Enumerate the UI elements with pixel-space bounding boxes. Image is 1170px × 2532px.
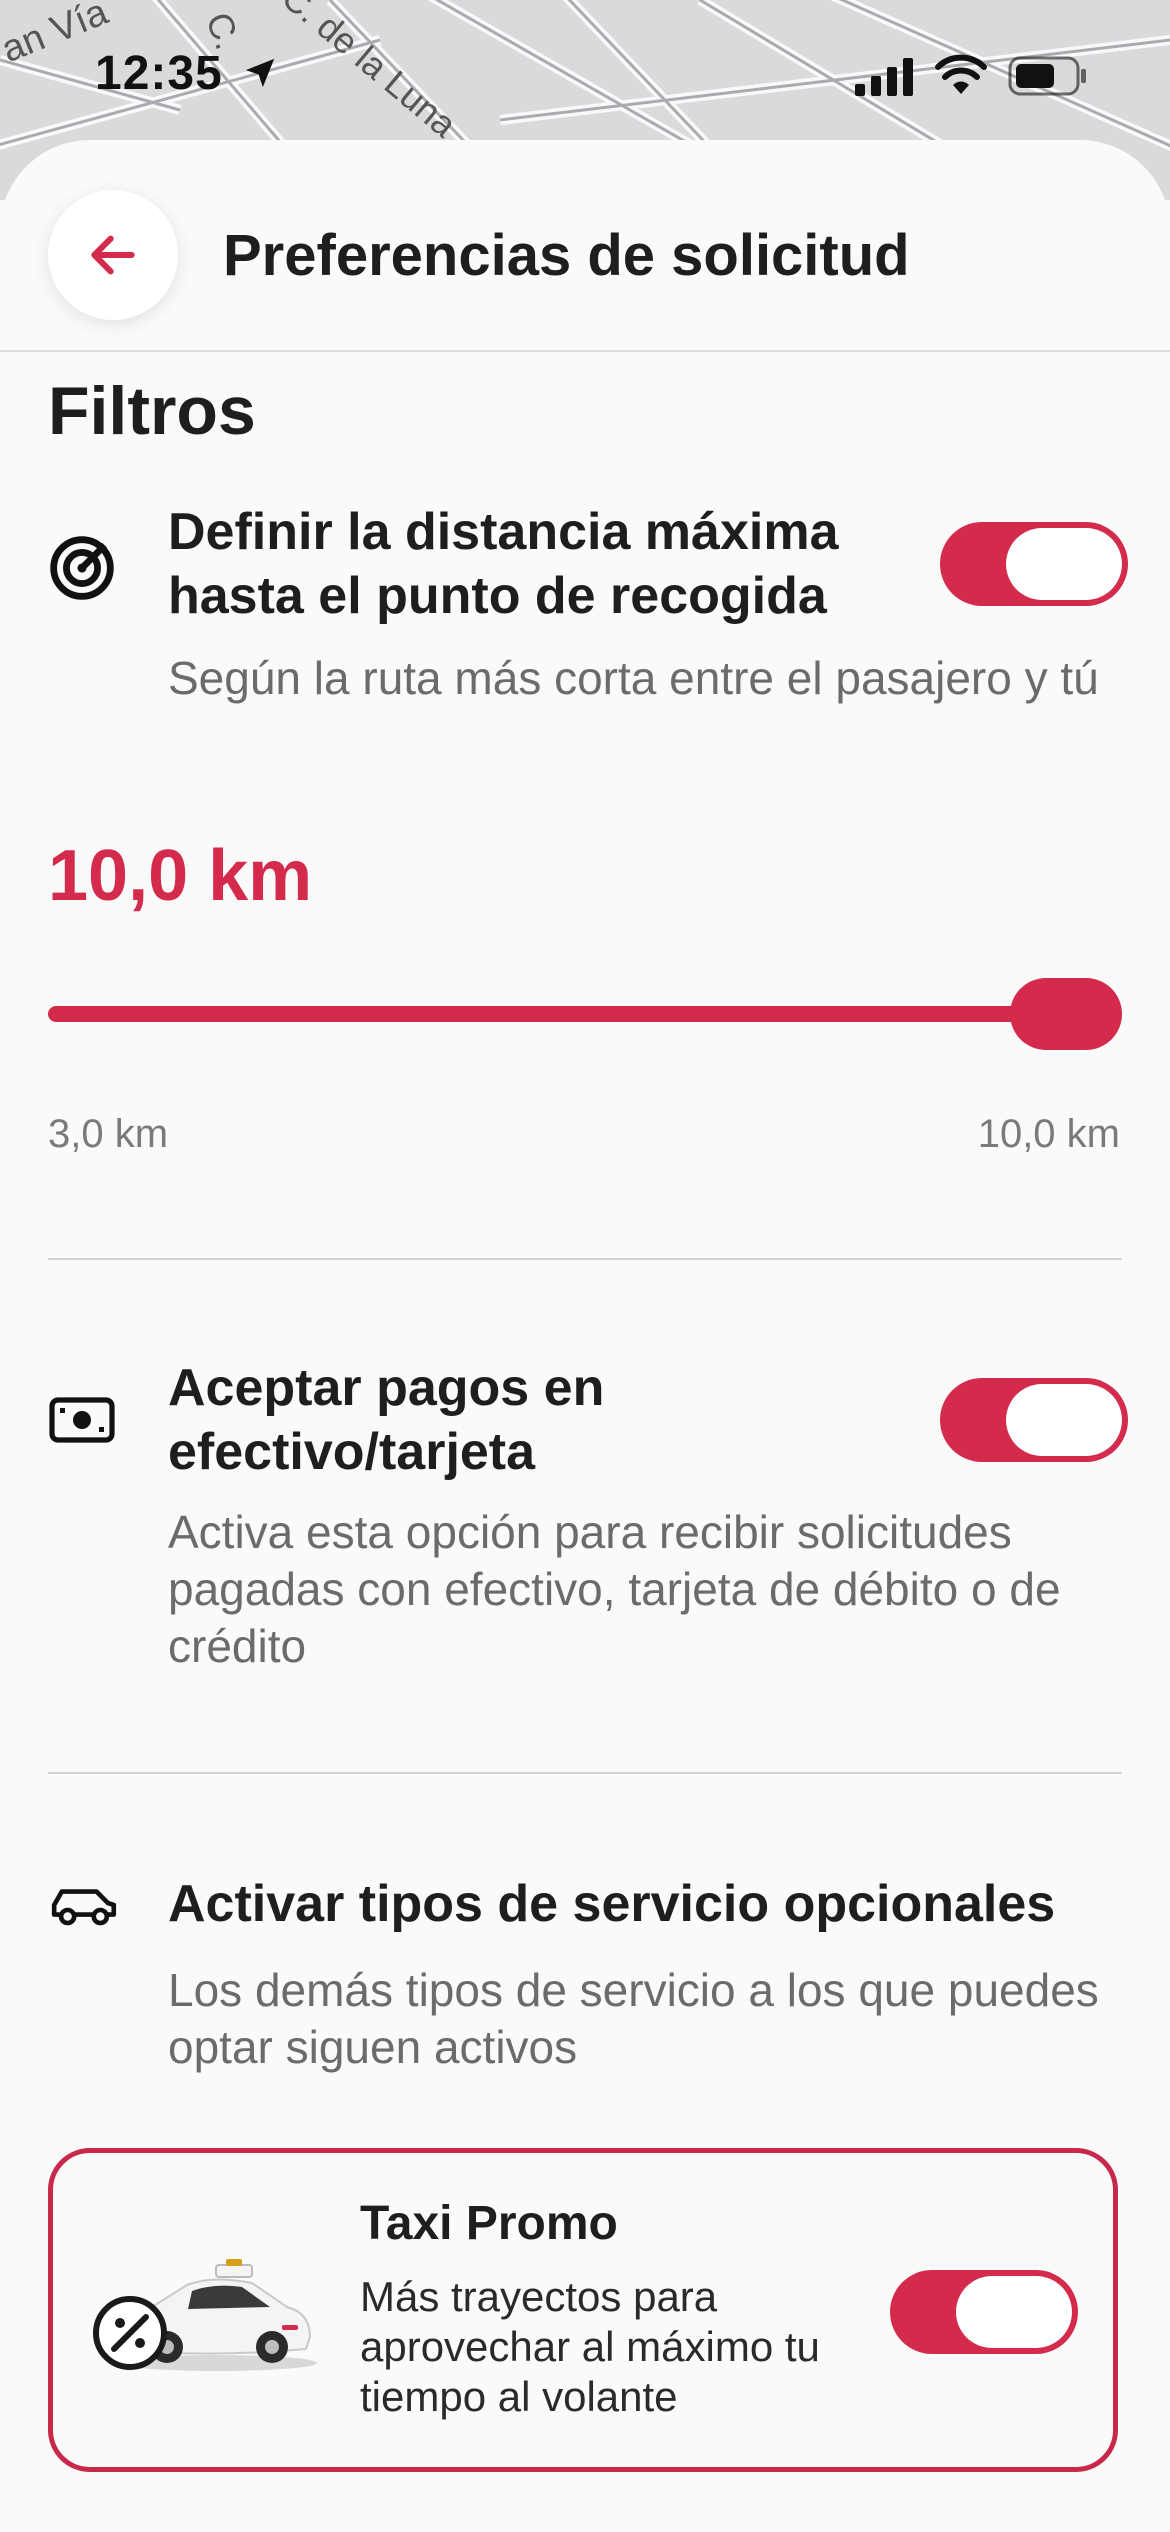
- max-distance-description: Según la ruta más corta entre el pasajer…: [168, 652, 1099, 704]
- cash-icon: [49, 1397, 115, 1443]
- cellular-signal-icon: [855, 58, 913, 96]
- target-icon: [50, 536, 114, 600]
- max-distance-toggle[interactable]: [940, 522, 1128, 606]
- max-distance-title: Definir la distancia máxima hasta el pun…: [168, 503, 839, 625]
- max-distance-value: 10,0 km: [48, 836, 313, 916]
- arrow-left-icon: [91, 235, 135, 275]
- optional-services-title: Activar tipos de servicio opcionales: [168, 1875, 1056, 1933]
- battery-icon: [1008, 56, 1086, 96]
- toggle-knob: [956, 2276, 1072, 2348]
- distance-slider-track[interactable]: [48, 1006, 1108, 1022]
- status-bar: 12:35: [0, 0, 1170, 140]
- distance-slider-thumb[interactable]: [1010, 978, 1122, 1050]
- section-title-filters: Filtros: [48, 373, 256, 449]
- taxi-promo-title: Taxi Promo: [360, 2197, 618, 2250]
- optional-services-description: Los demás tipos de servicio a los que pu…: [168, 1964, 1099, 2073]
- header-divider: [0, 350, 1170, 352]
- slider-min-label: 3,0 km: [48, 1112, 169, 1156]
- section-divider: [48, 1772, 1122, 1774]
- taxi-promo-description: Más trayectos para aprovechar al máximo …: [360, 2273, 820, 2420]
- car-icon: [51, 1889, 117, 1926]
- status-time: 12:35: [95, 47, 223, 100]
- toggle-knob: [1006, 528, 1122, 600]
- payments-description: Activa esta opción para recibir solicitu…: [168, 1506, 1061, 1672]
- page-title: Preferencias de solicitud: [223, 223, 910, 288]
- taxi-promo-toggle[interactable]: [890, 2270, 1078, 2354]
- section-divider: [48, 1258, 1122, 1260]
- payments-toggle[interactable]: [940, 1378, 1128, 1462]
- payments-title: Aceptar pagos en efectivo/tarjeta: [168, 1359, 605, 1481]
- wifi-icon: [935, 54, 987, 94]
- toggle-knob: [1006, 1384, 1122, 1456]
- taxi-promo-icon: [93, 2259, 317, 2371]
- slider-max-label: 10,0 km: [977, 1112, 1120, 1156]
- back-button[interactable]: [48, 190, 178, 320]
- location-arrow-icon: [245, 58, 275, 88]
